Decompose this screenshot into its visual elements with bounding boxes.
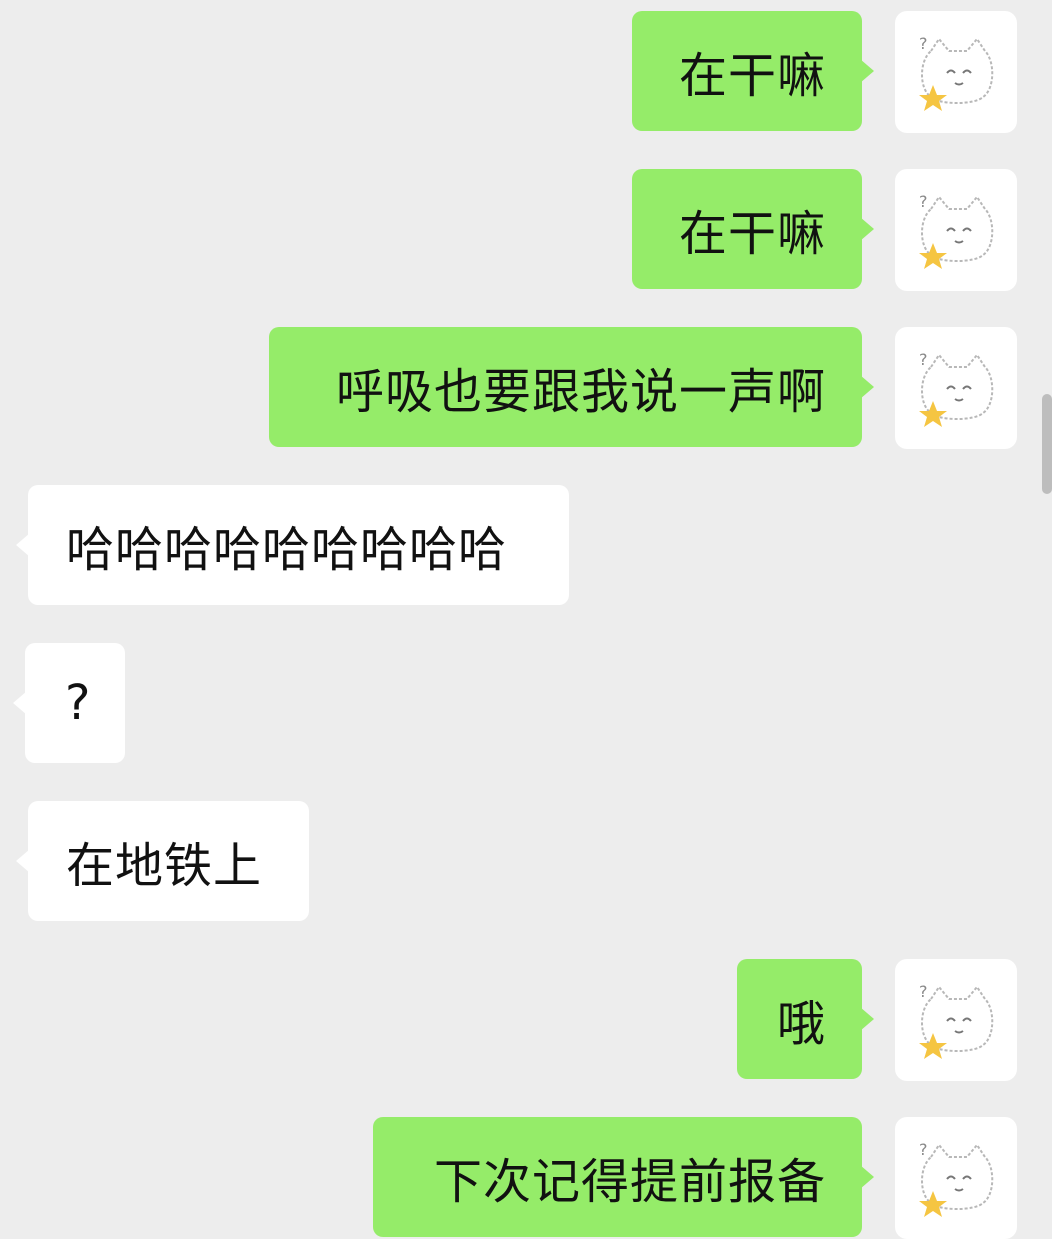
message-row-outgoing: 哦 ?: [0, 959, 1052, 1081]
avatar[interactable]: ?: [895, 327, 1017, 449]
avatar[interactable]: ?: [895, 169, 1017, 291]
message-text: 呼吸也要跟我说一声啊: [335, 364, 826, 420]
message-bubble-incoming[interactable]: ?: [25, 643, 125, 763]
message-bubble-outgoing[interactable]: 在干嘛: [632, 169, 862, 289]
message-text: 下次记得提前报备: [433, 1154, 826, 1210]
svg-text:?: ?: [919, 350, 928, 369]
message-row-incoming: 在地铁上: [0, 801, 1052, 921]
svg-text:?: ?: [919, 982, 928, 1001]
avatar[interactable]: ?: [895, 1117, 1017, 1239]
message-bubble-incoming[interactable]: 哈哈哈哈哈哈哈哈哈: [28, 485, 569, 605]
message-bubble-outgoing[interactable]: 在干嘛: [632, 11, 862, 131]
message-bubble-outgoing[interactable]: 下次记得提前报备: [373, 1117, 862, 1237]
svg-text:?: ?: [919, 1140, 928, 1159]
white-cat-with-star-icon: ?: [919, 1140, 994, 1217]
message-bubble-incoming[interactable]: 在地铁上: [28, 801, 309, 921]
scrollbar-thumb[interactable]: [1042, 394, 1052, 494]
message-row-incoming: 哈哈哈哈哈哈哈哈哈: [0, 485, 1052, 605]
white-cat-with-star-icon: ?: [919, 34, 994, 111]
message-text: 在地铁上: [66, 838, 263, 894]
message-row-outgoing: 下次记得提前报备 ?: [0, 1117, 1052, 1239]
message-text: 在干嘛: [678, 48, 826, 104]
message-text: 哦: [776, 996, 826, 1052]
message-bubble-outgoing[interactable]: 哦: [737, 959, 862, 1079]
message-text: ?: [65, 675, 92, 731]
message-text: 在干嘛: [678, 206, 826, 262]
message-row-incoming: ?: [0, 643, 1052, 763]
avatar[interactable]: ?: [895, 959, 1017, 1081]
white-cat-with-star-icon: ?: [919, 982, 994, 1059]
message-row-outgoing: 呼吸也要跟我说一声啊 ?: [0, 327, 1052, 449]
message-row-outgoing: 在干嘛 ?: [0, 11, 1052, 133]
message-bubble-outgoing[interactable]: 呼吸也要跟我说一声啊: [269, 327, 862, 447]
message-row-outgoing: 在干嘛 ?: [0, 169, 1052, 291]
avatar[interactable]: ?: [895, 11, 1017, 133]
white-cat-with-star-icon: ?: [919, 192, 994, 269]
svg-text:?: ?: [919, 34, 928, 53]
svg-text:?: ?: [919, 192, 928, 211]
message-text: 哈哈哈哈哈哈哈哈哈: [66, 522, 508, 578]
white-cat-with-star-icon: ?: [919, 350, 994, 427]
